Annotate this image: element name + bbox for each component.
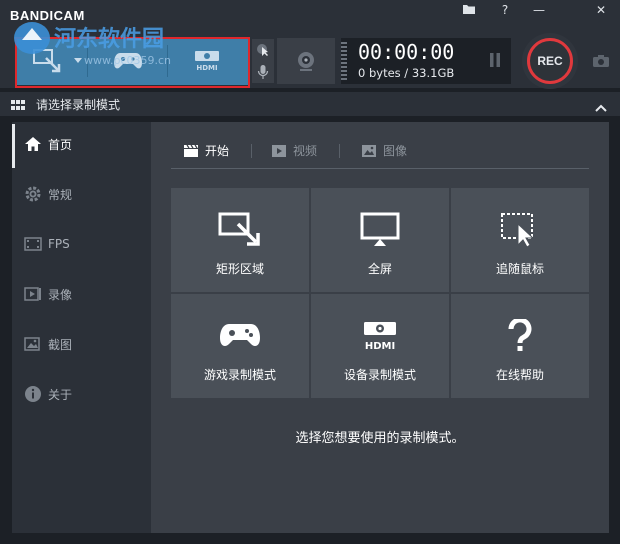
pause-icon <box>490 53 500 67</box>
tile-rectangle-area[interactable]: 矩形区域 <box>171 188 309 292</box>
cursor-follow-icon <box>500 210 540 250</box>
timer-panel: 00:00:00 0 bytes / 33.1GB <box>341 38 511 84</box>
sidebar-item-general[interactable]: 常规 <box>12 174 151 214</box>
microphone-button[interactable] <box>252 61 274 83</box>
collapse-button[interactable] <box>595 97 607 116</box>
sidebar: 首页 常规 FPS 录像 截图 关于 <box>12 122 151 533</box>
mode-header: 请选择录制模式 <box>0 92 620 116</box>
sidebar-item-home[interactable]: 首页 <box>12 124 151 168</box>
tile-online-help[interactable]: 在线帮助 <box>451 294 589 398</box>
tile-game-mode[interactable]: 游戏录制模式 <box>171 294 309 398</box>
tile-label: 追随鼠标 <box>495 262 544 276</box>
chevron-up-icon <box>595 104 607 112</box>
gear-icon <box>24 185 42 203</box>
tile-label: 游戏录制模式 <box>203 368 276 382</box>
mode-header-title: 请选择录制模式 <box>36 98 121 112</box>
tab-video[interactable]: 视频 <box>271 142 317 159</box>
gamepad-icon <box>220 316 260 356</box>
tile-label: 矩形区域 <box>215 262 264 276</box>
rectangle-area-icon <box>218 210 262 250</box>
top-bar: BANDICAM ? — ✕ HDMI 河东软件园 www.pc0359.cn … <box>0 0 620 89</box>
cursor-icon <box>257 44 268 56</box>
tile-fullscreen[interactable]: 全屏 <box>311 188 449 292</box>
record-size: 0 bytes / 33.1GB <box>358 66 455 80</box>
sidebar-item-fps[interactable]: FPS <box>12 224 151 264</box>
sidebar-item-label: FPS <box>48 237 70 251</box>
hdmi-icon: HDMI <box>360 316 400 356</box>
camera-icon <box>593 55 609 67</box>
folder-icon[interactable] <box>460 3 478 18</box>
close-button[interactable]: ✕ <box>592 3 610 17</box>
play-icon <box>272 144 286 157</box>
svg-text:HDMI: HDMI <box>365 341 395 352</box>
sidebar-item-screenshot[interactable]: 截图 <box>12 324 151 364</box>
tile-label: 全屏 <box>367 262 392 276</box>
microphone-icon <box>257 65 269 79</box>
mode-tiles: 矩形区域 全屏 追随鼠标 游戏录制模式 HDMI 设备录制模式 在线帮助 <box>171 188 589 398</box>
tab-label: 图像 <box>383 144 408 158</box>
tab-image[interactable]: 图像 <box>361 142 407 159</box>
sidebar-item-label: 录像 <box>48 287 73 302</box>
sidebar-item-video[interactable]: 录像 <box>12 274 151 314</box>
tile-label: 在线帮助 <box>495 368 544 382</box>
video-icon <box>24 285 42 303</box>
tile-device-mode[interactable]: HDMI 设备录制模式 <box>311 294 449 398</box>
rec-container: REC <box>522 33 578 89</box>
sidebar-item-label: 关于 <box>48 387 73 402</box>
sidebar-item-about[interactable]: 关于 <box>12 374 151 414</box>
sidebar-item-label: 常规 <box>48 187 73 202</box>
record-timer: 00:00:00 <box>358 40 455 64</box>
clapper-icon <box>184 144 198 157</box>
cursor-effect-button[interactable] <box>252 39 274 61</box>
image-icon <box>24 335 42 353</box>
minimize-button[interactable]: — <box>530 3 548 17</box>
rec-button[interactable]: REC <box>527 38 573 84</box>
question-icon <box>506 316 534 356</box>
fps-icon <box>24 235 42 253</box>
webcam-icon <box>298 52 314 71</box>
pause-button[interactable] <box>489 52 501 71</box>
tab-label: 开始 <box>205 144 230 158</box>
screenshot-button[interactable] <box>592 53 610 72</box>
monitor-icon <box>360 210 400 250</box>
sidebar-item-label: 截图 <box>48 337 73 352</box>
webcam-button[interactable] <box>277 38 335 84</box>
info-icon <box>24 385 42 403</box>
tab-bar: 开始 视频 图像 <box>171 138 589 169</box>
main-content: 开始 视频 图像 矩形区域 全屏 追随鼠标 游戏录制模式 HDMI 设备录制模式… <box>151 122 609 533</box>
help-button[interactable]: ? <box>496 3 514 17</box>
tile-label: 设备录制模式 <box>343 368 416 382</box>
picture-icon <box>362 144 376 157</box>
tab-label: 视频 <box>293 144 318 158</box>
app-logo: BANDICAM <box>10 8 85 23</box>
highlight-box <box>15 37 250 88</box>
grid-icon <box>11 100 25 110</box>
tab-start[interactable]: 开始 <box>183 142 229 159</box>
home-icon <box>24 135 42 153</box>
tile-follow-mouse[interactable]: 追随鼠标 <box>451 188 589 292</box>
sidebar-item-label: 首页 <box>48 137 73 152</box>
mode-prompt: 选择您想要使用的录制模式。 <box>295 431 465 446</box>
level-meter <box>341 42 347 80</box>
